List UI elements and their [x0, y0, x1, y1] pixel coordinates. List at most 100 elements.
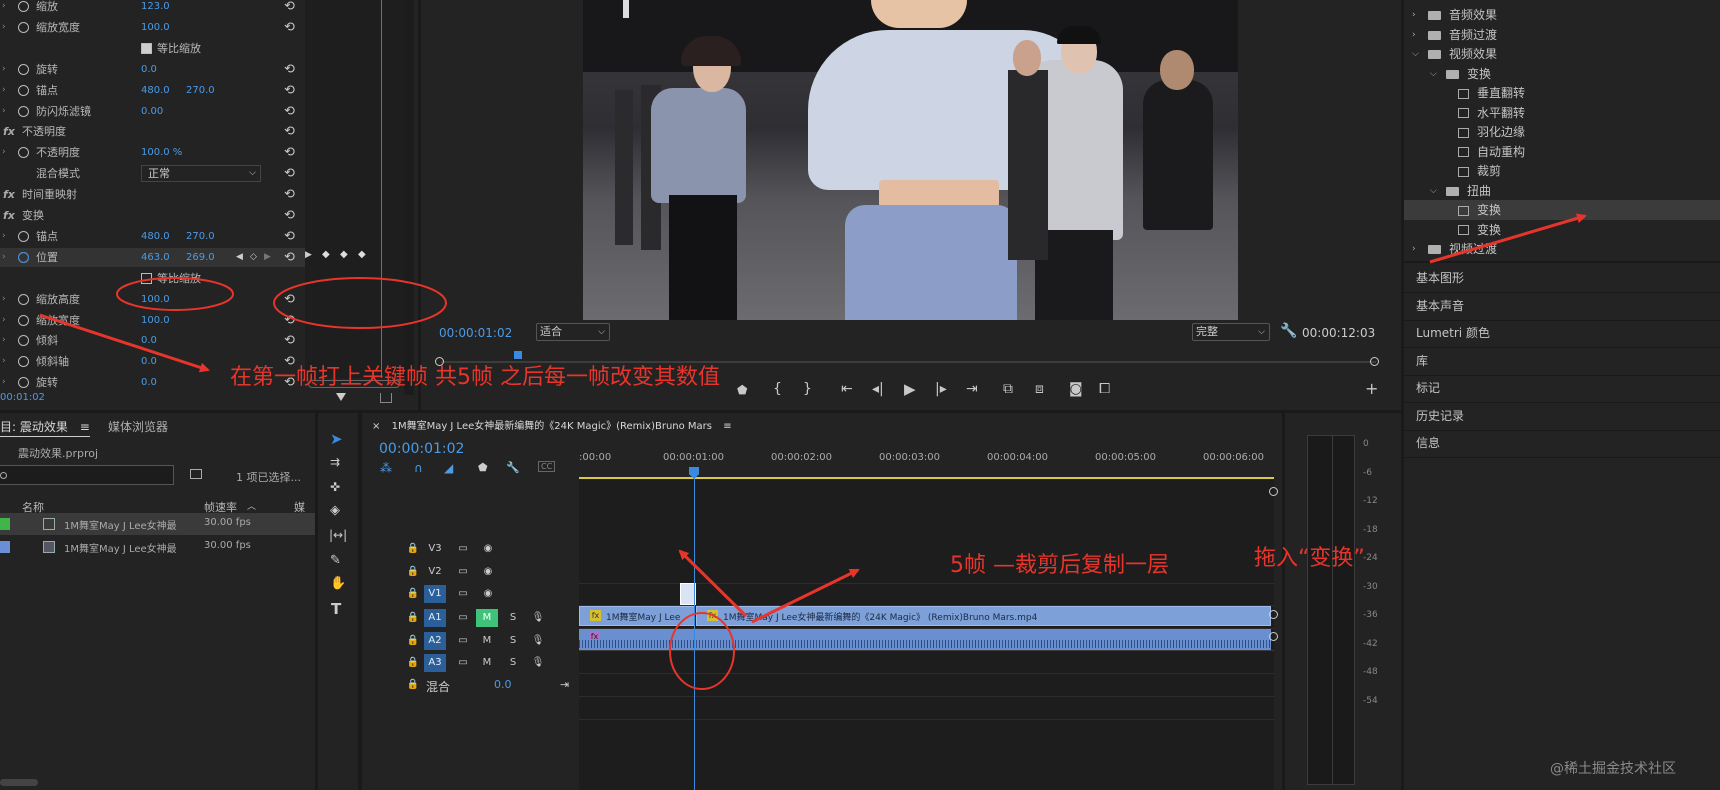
- keyframe-diamond[interactable]: ◆: [358, 249, 366, 260]
- label-color-swatch[interactable]: [0, 541, 10, 553]
- microphone-icon[interactable]: 🎙: [527, 654, 549, 672]
- lock-icon[interactable]: 🔒: [402, 609, 424, 627]
- panel-section-tab[interactable]: Lumetri 颜色: [1404, 318, 1720, 348]
- effect-value-1[interactable]: 100.0: [141, 290, 170, 309]
- chevron-right-icon[interactable]: ›: [2, 373, 6, 392]
- effect-value-1[interactable]: 0.0: [141, 352, 157, 371]
- effect-row[interactable]: › 缩放 123.0 ⟲: [0, 0, 305, 16]
- reset-icon[interactable]: ⟲: [284, 83, 298, 98]
- export-icon[interactable]: [380, 393, 392, 403]
- lock-icon[interactable]: 🔒: [402, 563, 424, 581]
- slip-tool-icon[interactable]: |↔|: [329, 528, 347, 542]
- reset-icon[interactable]: ⟲: [284, 167, 298, 181]
- chevron-right-icon[interactable]: ›: [2, 81, 6, 100]
- lock-icon[interactable]: 🔒: [402, 540, 424, 558]
- chevron-right-icon[interactable]: ›: [2, 143, 6, 162]
- timeline-playhead-line[interactable]: [694, 475, 695, 790]
- sync-lock-icon[interactable]: ▭: [452, 609, 474, 627]
- effect-value-1[interactable]: 480.0: [141, 81, 170, 100]
- effect-row[interactable]: 等比缩放: [0, 39, 305, 58]
- filter-icon[interactable]: [336, 393, 346, 403]
- chevron-right-icon[interactable]: ›: [2, 311, 6, 330]
- pen-tool-icon[interactable]: ✎: [330, 553, 341, 568]
- effects-tree-item[interactable]: 自动重构: [1404, 142, 1720, 162]
- panel-section-tab[interactable]: 历史记录: [1404, 401, 1720, 431]
- stopwatch-icon[interactable]: [18, 105, 29, 117]
- chevron-right-icon[interactable]: ›: [2, 102, 6, 121]
- scrubber-playhead[interactable]: [514, 351, 522, 359]
- chevron-down-icon[interactable]: ⌵: [1430, 181, 1437, 201]
- mute-button[interactable]: M: [476, 609, 498, 627]
- effect-value-1[interactable]: 100.0: [141, 18, 170, 37]
- captions-icon[interactable]: CC: [538, 461, 556, 472]
- effect-row[interactable]: › 缩放高度 100.0 ⟲: [0, 290, 305, 309]
- reset-icon[interactable]: ⟲: [284, 62, 298, 77]
- effect-row[interactable]: fx 不透明度 ⟲: [0, 122, 305, 141]
- effects-tree-item[interactable]: 羽化边缘: [1404, 122, 1720, 142]
- label-color-swatch[interactable]: [0, 518, 10, 530]
- effect-value-1[interactable]: 480.0: [141, 227, 170, 246]
- fx-icon[interactable]: fx: [3, 122, 15, 141]
- right-scroll-handle[interactable]: [1269, 632, 1278, 641]
- effect-value-2[interactable]: 269.0: [186, 248, 215, 267]
- effect-row[interactable]: 混合模式 正常 ⌵ ⟲: [0, 164, 305, 183]
- panel-section-tab[interactable]: 信息: [1404, 428, 1720, 458]
- fit-dropdown[interactable]: 适合 ⌵: [536, 323, 610, 341]
- reset-icon[interactable]: ⟲: [284, 104, 298, 119]
- stopwatch-icon[interactable]: [18, 314, 29, 326]
- scrubber-end-handle[interactable]: [1370, 357, 1379, 366]
- stopwatch-icon[interactable]: [18, 21, 29, 33]
- track-target[interactable]: A3: [424, 654, 446, 672]
- reset-icon[interactable]: ⟲: [284, 188, 298, 202]
- right-scroll-handle[interactable]: [1269, 610, 1278, 619]
- settings-wrench-icon[interactable]: 🔧: [506, 461, 520, 474]
- reset-icon[interactable]: ⟲: [284, 20, 298, 35]
- reset-icon[interactable]: ⟲: [284, 0, 298, 14]
- lock-icon[interactable]: 🔒: [402, 676, 424, 694]
- checkbox[interactable]: [141, 42, 152, 54]
- effects-tree-item[interactable]: 垂直翻转: [1404, 83, 1720, 103]
- razor-tool-icon[interactable]: ◈: [330, 503, 340, 518]
- mark-in-icon[interactable]: {: [773, 381, 782, 397]
- mute-button[interactable]: M: [476, 632, 498, 650]
- mix-value[interactable]: 0.0: [494, 678, 512, 691]
- marker-icon[interactable]: ⬟: [737, 382, 747, 398]
- effect-value-1[interactable]: 0.0: [141, 60, 157, 79]
- reset-icon[interactable]: ⟲: [284, 146, 298, 160]
- effects-tree-item[interactable]: 水平翻转: [1404, 103, 1720, 123]
- reset-icon[interactable]: ⟲: [284, 229, 298, 244]
- timeline-tab[interactable]: × 1M舞室May J Lee女神最新编舞的《24K Magic》(Remix)…: [372, 417, 732, 437]
- effect-value-1[interactable]: 463.0: [141, 248, 170, 267]
- track-target[interactable]: V2: [424, 563, 446, 581]
- effect-row[interactable]: 等比缩放: [0, 269, 305, 288]
- a1-clip[interactable]: fx: [579, 629, 1271, 650]
- panel-section-tab[interactable]: 标记: [1404, 373, 1720, 403]
- effect-value-1[interactable]: 123.0: [141, 0, 170, 16]
- sync-lock-icon[interactable]: ▭: [452, 654, 474, 672]
- project-scrollbar[interactable]: [0, 779, 38, 786]
- reset-icon[interactable]: ⟲: [284, 250, 298, 265]
- effect-row[interactable]: fx 时间重映射 ⟲: [0, 185, 305, 204]
- menu-icon[interactable]: ≡: [80, 420, 90, 434]
- new-bin-icon[interactable]: [190, 469, 202, 479]
- effect-row[interactable]: › 倾斜 0.0 ⟲: [0, 331, 305, 350]
- chevron-right-icon[interactable]: ›: [2, 60, 6, 79]
- panel-section-tab[interactable]: 基本图形: [1404, 263, 1720, 293]
- eye-icon[interactable]: ◉: [477, 540, 499, 558]
- compare-icon[interactable]: ⧠: [1099, 381, 1110, 397]
- quality-dropdown[interactable]: 完整 ⌵: [1192, 323, 1270, 341]
- eye-icon[interactable]: ◉: [477, 563, 499, 581]
- effect-value-2[interactable]: 270.0: [186, 227, 215, 246]
- solo-button[interactable]: S: [502, 654, 524, 672]
- chevron-down-icon[interactable]: ⌵: [1412, 44, 1419, 64]
- eye-icon[interactable]: ◉: [477, 585, 499, 603]
- stopwatch-icon[interactable]: [18, 293, 29, 305]
- effect-row[interactable]: › 不透明度 100.0 % ⟲: [0, 143, 305, 162]
- close-icon[interactable]: ×: [372, 421, 380, 432]
- effect-row[interactable]: › 位置 463.0 269.0 ◀ ◇ ▶ ⟲: [0, 247, 305, 267]
- keyframe-marker[interactable]: ▶: [305, 250, 312, 260]
- effect-row[interactable]: › 旋转 0.0 ⟲: [0, 60, 305, 79]
- menu-icon[interactable]: ≡: [723, 421, 731, 432]
- snap-icon[interactable]: ∩: [414, 461, 423, 475]
- solo-button[interactable]: S: [502, 632, 524, 650]
